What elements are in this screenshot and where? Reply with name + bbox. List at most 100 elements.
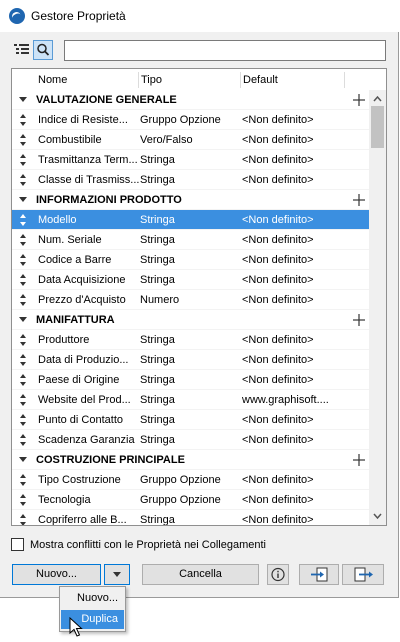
archicad-app-icon [9, 8, 25, 24]
property-type: Stringa [140, 234, 175, 246]
property-name: Tipo Costruzione [38, 474, 121, 486]
info-icon [271, 567, 285, 582]
drag-handle-icon[interactable] [19, 133, 27, 147]
collapse-triangle-icon[interactable] [19, 457, 27, 462]
show-conflicts-checkbox[interactable] [11, 538, 24, 551]
property-row[interactable]: Paese di Origine Stringa <Non definito> [12, 370, 369, 390]
drag-handle-icon[interactable] [19, 233, 27, 247]
drag-handle-icon[interactable] [19, 253, 27, 267]
property-row[interactable]: Scadenza Garanzia Stringa <Non definito> [12, 430, 369, 450]
column-header-name[interactable]: Nome [38, 69, 67, 90]
collapse-triangle-icon[interactable] [19, 97, 27, 102]
group-label: COSTRUZIONE PRINCIPALE [36, 454, 185, 466]
property-name: Scadenza Garanzia [38, 434, 135, 446]
property-type: Stringa [140, 394, 175, 406]
drag-handle-icon[interactable] [19, 213, 27, 227]
group-header-row[interactable]: MANIFATTURA [12, 310, 369, 330]
column-divider[interactable] [344, 72, 345, 88]
property-type: Stringa [140, 174, 175, 186]
property-default: <Non definito> [242, 374, 314, 386]
property-default: <Non definito> [242, 294, 314, 306]
property-row[interactable]: Tipo Costruzione Gruppo Opzione <Non defin… [12, 470, 369, 490]
property-name: Punto di Contatto [38, 414, 124, 426]
property-row[interactable]: Codice a Barre Stringa <Non definito> [12, 250, 369, 270]
drag-handle-icon[interactable] [19, 353, 27, 367]
drag-handle-icon[interactable] [19, 393, 27, 407]
column-header-default[interactable]: Default [243, 69, 278, 90]
property-manager-window: Gestore Proprietà Nome Tipo Default VALU… [0, 0, 399, 598]
property-name: Codice a Barre [38, 254, 112, 266]
list-view-icon[interactable] [12, 40, 32, 60]
group-header-row[interactable]: VALUTAZIONE GENERALE [12, 90, 369, 110]
property-row[interactable]: Prezzo d'Acquisto Numero <Non definito> [12, 290, 369, 310]
property-row[interactable]: Modello Stringa <Non definito> [12, 210, 369, 230]
drag-handle-icon[interactable] [19, 473, 27, 487]
scroll-up-icon[interactable] [369, 92, 386, 106]
property-row[interactable]: Copriferro alle B... Stringa <Non definito… [12, 510, 369, 526]
add-property-icon[interactable] [352, 312, 366, 328]
property-row[interactable]: Combustibile Vero/Falso <Non definito> [12, 130, 369, 150]
mouse-cursor-icon [69, 617, 83, 637]
property-row[interactable]: Indice di Resiste... Gruppo Opzione <Non d… [12, 110, 369, 130]
group-label: INFORMAZIONI PRODOTTO [36, 194, 182, 206]
toolbar [0, 38, 399, 66]
cancel-button[interactable]: Cancella [142, 564, 259, 585]
property-row[interactable]: Data di Produzio... Stringa <Non definito> [12, 350, 369, 370]
property-default: <Non definito> [242, 114, 314, 126]
column-divider[interactable] [138, 72, 139, 88]
property-name: Modello [38, 214, 77, 226]
search-input[interactable] [64, 40, 386, 61]
property-name: Data Acquisizione [38, 274, 126, 286]
drag-handle-icon[interactable] [19, 113, 27, 127]
property-type: Stringa [140, 434, 175, 446]
property-type: Vero/Falso [140, 134, 193, 146]
scroll-down-icon[interactable] [369, 509, 386, 523]
property-default: <Non definito> [242, 354, 314, 366]
group-header-row[interactable]: INFORMAZIONI PRODOTTO [12, 190, 369, 210]
import-button[interactable] [299, 564, 339, 585]
property-name: Paese di Origine [38, 374, 120, 386]
drag-handle-icon[interactable] [19, 173, 27, 187]
add-property-icon[interactable] [352, 92, 366, 108]
collapse-triangle-icon[interactable] [19, 317, 27, 322]
search-toggle-button[interactable] [33, 40, 53, 60]
property-row[interactable]: Tecnologia Gruppo Opzione <Non definito> [12, 490, 369, 510]
add-property-icon[interactable] [352, 452, 366, 468]
group-label: VALUTAZIONE GENERALE [36, 94, 177, 106]
drag-handle-icon[interactable] [19, 373, 27, 387]
info-button[interactable] [267, 564, 289, 585]
vertical-scrollbar[interactable] [369, 90, 386, 525]
drag-handle-icon[interactable] [19, 493, 27, 507]
new-button[interactable]: Nuovo... [12, 564, 101, 585]
drag-handle-icon[interactable] [19, 513, 27, 526]
menu-item-new[interactable]: Nuovo... [61, 589, 124, 608]
property-default: <Non definito> [242, 214, 314, 226]
property-type: Stringa [140, 254, 175, 266]
export-button[interactable] [342, 564, 384, 585]
property-default: <Non definito> [242, 334, 314, 346]
drag-handle-icon[interactable] [19, 293, 27, 307]
property-row[interactable]: Classe di Trasmiss... Stringa <Non definit… [12, 170, 369, 190]
property-row[interactable]: Num. Seriale Stringa <Non definito> [12, 230, 369, 250]
property-default: <Non definito> [242, 154, 314, 166]
property-row[interactable]: Punto di Contatto Stringa <Non definito> [12, 410, 369, 430]
drag-handle-icon[interactable] [19, 153, 27, 167]
property-row[interactable]: Website del Prod... Stringa www.graphisoft… [12, 390, 369, 410]
new-dropdown-button[interactable] [104, 564, 130, 585]
drag-handle-icon[interactable] [19, 273, 27, 287]
drag-handle-icon[interactable] [19, 433, 27, 447]
property-type: Stringa [140, 514, 175, 526]
add-property-icon[interactable] [352, 192, 366, 208]
window-title: Gestore Proprietà [31, 9, 126, 23]
drag-handle-icon[interactable] [19, 333, 27, 347]
property-row[interactable]: Produttore Stringa <Non definito> [12, 330, 369, 350]
drag-handle-icon[interactable] [19, 413, 27, 427]
property-row[interactable]: Trasmittanza Term... Stringa <Non definito… [12, 150, 369, 170]
property-row[interactable]: Data Acquisizione Stringa <Non definito> [12, 270, 369, 290]
group-header-row[interactable]: COSTRUZIONE PRINCIPALE [12, 450, 369, 470]
scrollbar-thumb[interactable] [371, 106, 384, 148]
column-divider[interactable] [240, 72, 241, 88]
collapse-triangle-icon[interactable] [19, 197, 27, 202]
property-type: Stringa [140, 274, 175, 286]
column-header-type[interactable]: Tipo [141, 69, 162, 90]
